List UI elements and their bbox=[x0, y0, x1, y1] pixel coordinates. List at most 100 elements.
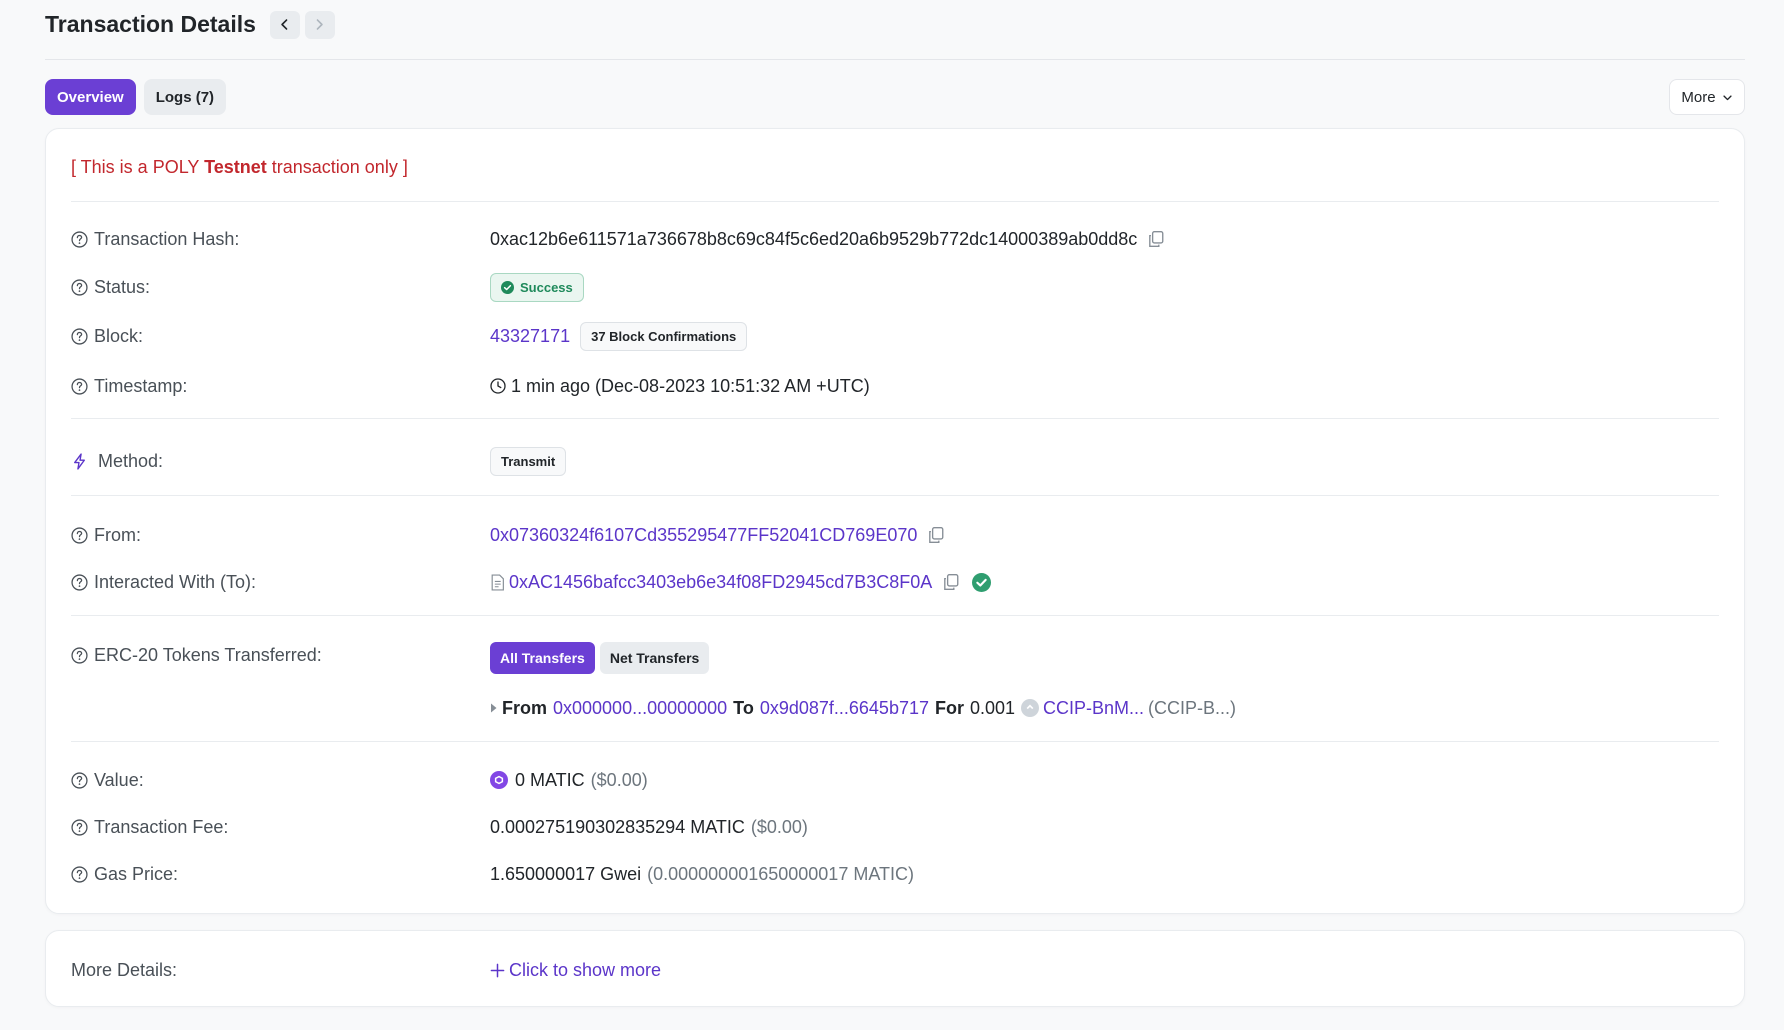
notice-prefix: [ This is a POLY bbox=[71, 157, 205, 177]
block-number-link[interactable]: 43327171 bbox=[490, 326, 570, 347]
erc20-label: ERC-20 Tokens Transferred: bbox=[94, 644, 322, 665]
contract-file-icon bbox=[491, 573, 504, 591]
divider bbox=[71, 495, 1719, 496]
transfer-to-keyword: To bbox=[733, 697, 754, 718]
transfer-from-keyword: From bbox=[502, 697, 547, 718]
caret-right-icon[interactable] bbox=[490, 703, 498, 713]
label-cell: Interacted With (To): bbox=[71, 572, 490, 593]
show-more-button[interactable]: Click to show more bbox=[490, 960, 661, 981]
notice-bold: Testnet bbox=[204, 157, 267, 177]
net-transfers-button[interactable]: Net Transfers bbox=[599, 642, 710, 674]
value-cell: 1 min ago (Dec-08-2023 10:51:32 AM +UTC) bbox=[490, 376, 870, 397]
from-address-link[interactable]: 0x07360324f6107Cd355295477FF52041CD769E0… bbox=[490, 525, 917, 546]
verified-check-icon bbox=[972, 572, 992, 592]
label-cell: Method: bbox=[71, 451, 490, 472]
row-from: From: 0x07360324f6107Cd355295477FF52041C… bbox=[71, 520, 1719, 550]
label-cell: Transaction Hash: bbox=[71, 229, 490, 250]
row-more-details: More Details: Click to show more bbox=[71, 955, 1719, 985]
question-circle-icon[interactable] bbox=[71, 646, 88, 664]
timestamp-label: Timestamp: bbox=[94, 375, 188, 396]
question-circle-icon[interactable] bbox=[71, 818, 88, 836]
to-address-link[interactable]: 0xAC1456bafcc3403eb6e34f08FD2945cd7B3C8F… bbox=[509, 572, 932, 593]
page-header: Transaction Details bbox=[45, 0, 1745, 49]
block-confirmations-badge: 37 Block Confirmations bbox=[580, 321, 748, 351]
row-transaction-fee: Transaction Fee: 0.000275190302835294 MA… bbox=[71, 812, 1719, 842]
token-transfer-row: From 0x000000...00000000 To 0x9d087f...6… bbox=[490, 693, 1719, 723]
row-timestamp: Timestamp: 1 min ago (Dec-08-2023 10:51:… bbox=[71, 371, 1719, 401]
token-logo-icon bbox=[1021, 699, 1040, 717]
more-dropdown-button[interactable]: More bbox=[1669, 79, 1745, 115]
transaction-fee-amount: 0.000275190302835294 MATIC bbox=[490, 816, 745, 837]
transaction-hash-value[interactable]: 0xac12b6e611571a736678b8c69c84f5c6ed20a6… bbox=[490, 229, 1137, 250]
divider bbox=[71, 741, 1719, 742]
token-name-link[interactable]: CCIP-BnM... bbox=[1043, 698, 1144, 719]
erc20-filter-buttons: All Transfers Net Transfers bbox=[490, 641, 1719, 675]
tab-overview[interactable]: Overview bbox=[45, 79, 136, 115]
value-amount: 0 MATIC bbox=[515, 769, 585, 790]
question-circle-icon[interactable] bbox=[71, 278, 88, 296]
overview-card: [ This is a POLY Testnet transaction onl… bbox=[45, 128, 1745, 914]
value-label: Value: bbox=[94, 769, 144, 790]
timestamp-value: 1 min ago (Dec-08-2023 10:51:32 AM +UTC) bbox=[511, 375, 870, 396]
gas-price-amount: 1.650000017 Gwei bbox=[490, 863, 642, 884]
chevron-right-icon bbox=[317, 19, 324, 30]
divider bbox=[71, 615, 1719, 616]
value-cell: Success bbox=[490, 272, 584, 302]
divider bbox=[71, 201, 1719, 202]
value-cell: 0x07360324f6107Cd355295477FF52041CD769E0… bbox=[490, 525, 945, 546]
tab-bar: Overview Logs (7) More bbox=[45, 79, 1745, 115]
question-circle-icon[interactable] bbox=[71, 771, 88, 789]
question-circle-icon[interactable] bbox=[71, 377, 88, 395]
copy-icon[interactable] bbox=[927, 526, 945, 544]
transaction-details-page: Transaction Details Overview Logs (7) Mo… bbox=[45, 0, 1745, 1007]
copy-icon[interactable] bbox=[1147, 230, 1165, 248]
question-circle-icon[interactable] bbox=[71, 526, 88, 544]
gas-price-label: Gas Price: bbox=[94, 863, 179, 884]
chevron-down-icon bbox=[1722, 94, 1732, 100]
transaction-hash-label: Transaction Hash: bbox=[94, 228, 240, 249]
row-block: Block: 43327171 37 Block Confirmations bbox=[71, 321, 1719, 351]
question-circle-icon[interactable] bbox=[71, 865, 88, 883]
value-cell: 0.000275190302835294 MATIC ($0.00) bbox=[490, 817, 808, 838]
matic-icon bbox=[490, 771, 508, 789]
notice-suffix: transaction only ] bbox=[266, 157, 408, 177]
row-method: Method: Transmit bbox=[71, 446, 1719, 476]
question-circle-icon[interactable] bbox=[71, 327, 88, 345]
row-transaction-hash: Transaction Hash: 0xac12b6e611571a736678… bbox=[71, 224, 1719, 254]
transfer-for-keyword: For bbox=[934, 697, 964, 718]
transaction-fee-usd: ($0.00) bbox=[750, 816, 808, 837]
transfer-from-address[interactable]: 0x000000...00000000 bbox=[553, 698, 727, 719]
interacted-with-label: Interacted With (To): bbox=[94, 571, 257, 592]
previous-transaction-button[interactable] bbox=[269, 10, 300, 39]
gas-price-detail: (0.000000001650000017 MATIC) bbox=[647, 863, 914, 884]
check-circle-icon bbox=[501, 280, 514, 294]
value-cell: 0xac12b6e611571a736678b8c69c84f5c6ed20a6… bbox=[490, 229, 1165, 250]
question-circle-icon[interactable] bbox=[71, 230, 88, 248]
transfer-to-address[interactable]: 0x9d087f...6645b717 bbox=[760, 698, 929, 719]
testnet-notice: [ This is a POLY Testnet transaction onl… bbox=[71, 157, 408, 178]
value-usd: ($0.00) bbox=[590, 769, 648, 790]
lightning-icon bbox=[74, 452, 85, 470]
header-divider bbox=[45, 59, 1745, 60]
more-details-label: More Details: bbox=[71, 959, 178, 980]
status-text: Success bbox=[520, 279, 573, 295]
row-status: Status: Success bbox=[71, 272, 1719, 302]
chevron-left-icon bbox=[281, 19, 288, 30]
divider bbox=[71, 418, 1719, 419]
transaction-fee-label: Transaction Fee: bbox=[94, 816, 229, 837]
value-cell: 43327171 37 Block Confirmations bbox=[490, 321, 748, 351]
token-symbol: (CCIP-B...) bbox=[1148, 697, 1237, 718]
clock-icon bbox=[490, 378, 506, 394]
next-transaction-button[interactable] bbox=[304, 10, 335, 39]
more-details-card: More Details: Click to show more bbox=[45, 930, 1745, 1007]
tab-logs[interactable]: Logs (7) bbox=[143, 79, 227, 115]
plus-icon bbox=[490, 963, 505, 977]
label-cell: Timestamp: bbox=[71, 376, 490, 397]
transfer-amount: 0.001 bbox=[969, 697, 1016, 718]
method-label: Method: bbox=[98, 450, 164, 471]
all-transfers-button[interactable]: All Transfers bbox=[490, 642, 595, 674]
question-circle-icon[interactable] bbox=[71, 573, 88, 591]
copy-icon[interactable] bbox=[942, 573, 960, 591]
value-cell: 1.650000017 Gwei (0.000000001650000017 M… bbox=[490, 864, 914, 885]
label-cell: ERC-20 Tokens Transferred: bbox=[71, 645, 490, 666]
